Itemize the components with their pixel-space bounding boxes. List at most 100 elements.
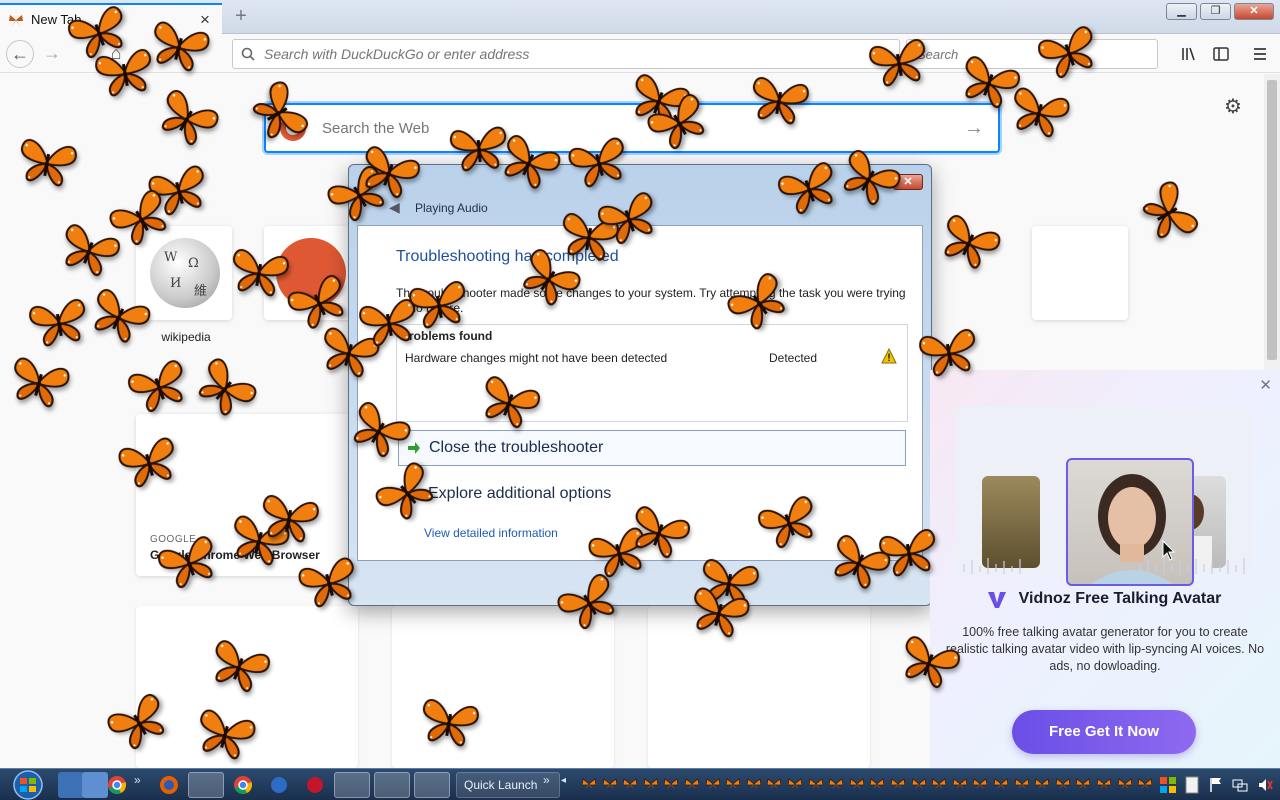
duckduckgo-logo-icon	[280, 115, 306, 141]
network-tray-icon[interactable]	[1232, 772, 1248, 798]
quick-launch-chevron-icon[interactable]: »	[543, 773, 550, 787]
web-search-box[interactable]: →	[264, 103, 1000, 153]
taskbar-app-window[interactable]	[374, 772, 410, 798]
dialog-heading: Troubleshooting has completed	[396, 248, 619, 265]
tray-butterfly-icon	[725, 778, 741, 790]
address-bar[interactable]	[232, 39, 900, 69]
minimize-button[interactable]: ▁	[1166, 3, 1197, 20]
mouse-cursor-icon	[1162, 540, 1176, 561]
app-taskbar-icon[interactable]	[302, 772, 328, 798]
problem-text: Hardware changes might not have been det…	[405, 351, 668, 365]
app-taskbar-icon[interactable]	[266, 772, 292, 798]
window-close-button[interactable]: ✕	[1234, 3, 1274, 20]
search-submit-icon[interactable]: →	[964, 117, 984, 140]
chrome-taskbar-icon[interactable]	[230, 772, 256, 798]
volume-tray-icon[interactable]	[1256, 772, 1274, 798]
ad-description: 100% free talking avatar generator for y…	[945, 625, 1265, 673]
highlight-card-empty[interactable]	[392, 606, 614, 768]
free-get-it-now-button[interactable]: Free Get It Now	[1012, 710, 1196, 754]
butterfly-favicon-icon	[9, 14, 23, 26]
show-desktop-icon[interactable]	[58, 772, 84, 798]
problems-box: Problems found Hardware changes might no…	[396, 324, 908, 422]
ad-title: Vidnoz Free Talking Avatar	[1018, 590, 1222, 607]
gear-icon[interactable]: ⚙	[1224, 94, 1242, 119]
top-site-tile-empty[interactable]	[1032, 226, 1128, 320]
taskbar-app-firefox-active[interactable]	[188, 772, 224, 798]
forward-button[interactable]: →	[38, 40, 66, 68]
wikipedia-logo-icon: WΩИ維	[150, 238, 220, 308]
detailed-information-link[interactable]: View detailed information	[424, 526, 558, 540]
tray-butterfly-icon	[890, 778, 906, 790]
tray-butterfly-icon	[705, 778, 721, 790]
highlight-card[interactable]: GOOGLE Google Chrome Web Browser	[136, 414, 358, 576]
taskbar-app-window[interactable]	[414, 772, 450, 798]
avatar-thumbnail	[982, 476, 1040, 568]
highlight-source: GOOGLE	[150, 534, 197, 545]
close-troubleshooter-button[interactable]: Close the troubleshooter	[398, 430, 906, 466]
tab-new-tab[interactable]: New Tab ×	[0, 3, 222, 34]
highlight-card-empty[interactable]	[136, 606, 358, 768]
firefox-quicklaunch-icon[interactable]	[156, 772, 182, 798]
document-tray-icon[interactable]	[1184, 772, 1200, 798]
troubleshooter-dialog: ✕ ◀ Playing Audio Troubleshooting has co…	[348, 164, 932, 606]
tray-butterfly-icon	[602, 778, 618, 790]
library-icon[interactable]	[1180, 45, 1198, 63]
tray-butterfly-icon	[1117, 778, 1133, 790]
highlight-card-empty[interactable]	[648, 606, 870, 768]
action-center-flag-icon[interactable]	[1208, 772, 1224, 798]
back-arrow-icon[interactable]: ◀	[389, 199, 400, 216]
tray-butterfly-icon	[972, 778, 988, 790]
tray-butterfly-icon	[1034, 778, 1050, 790]
search-bar[interactable]	[906, 39, 1158, 69]
page-scrollbar[interactable]	[1264, 74, 1280, 370]
address-input[interactable]	[264, 46, 864, 62]
taskbar-app-troubleshooter[interactable]	[334, 772, 370, 798]
windows-flag-tray-icon[interactable]	[1158, 772, 1178, 798]
top-site-label: wikipedia	[161, 330, 211, 344]
web-search-input[interactable]	[322, 119, 964, 137]
tab-close-icon[interactable]: ×	[196, 10, 214, 30]
tray-butterfly-icon	[766, 778, 782, 790]
sidebar-icon[interactable]	[1212, 45, 1230, 63]
restore-button[interactable]: ❐	[1200, 3, 1231, 20]
vidnoz-ad-panel: ✕ Vidnoz Free Talking Avatar 100% free t…	[930, 370, 1280, 768]
back-button[interactable]: ←	[6, 40, 34, 68]
tray-butterfly-icon	[1075, 778, 1091, 790]
green-arrow-icon	[408, 442, 420, 454]
tray-butterfly-icon	[663, 778, 679, 790]
audio-waveform-icon	[963, 558, 1245, 574]
tab-title: New Tab	[31, 12, 82, 27]
chrome-quicklaunch-icon[interactable]	[104, 772, 130, 798]
start-button[interactable]	[4, 769, 46, 800]
menu-icon[interactable]	[1251, 45, 1269, 63]
tray-butterfly-icon	[581, 778, 597, 790]
explore-options-button[interactable]: Explore additional options	[398, 476, 906, 512]
dialog-description: The troubleshooter made some changes to …	[396, 286, 906, 315]
tray-butterfly-icon	[869, 778, 885, 790]
dialog-close-button[interactable]: ✕	[893, 174, 923, 190]
dialog-breadcrumb: Playing Audio	[415, 201, 488, 215]
tray-butterfly-icon	[684, 778, 700, 790]
home-button[interactable]: ⌂	[102, 40, 130, 68]
tray-butterfly-icon	[1096, 778, 1112, 790]
search-input[interactable]	[917, 46, 1137, 62]
problems-header: Problems found	[401, 329, 493, 343]
window-controls: ▁ ❐ ✕	[1166, 3, 1274, 20]
tray-butterfly-icon	[808, 778, 824, 790]
new-tab-button[interactable]: +	[230, 5, 252, 28]
scrollbar-thumb[interactable]	[1267, 80, 1277, 360]
tray-butterfly-icon	[931, 778, 947, 790]
tab-strip: New Tab × + ▁ ❐ ✕	[0, 0, 1280, 34]
tray-butterfly-icon	[1137, 778, 1153, 790]
dialog-body: Troubleshooting has completed The troubl…	[357, 225, 923, 561]
tray-butterfly-icon	[828, 778, 844, 790]
overflow-chevron-icon[interactable]: »	[134, 773, 141, 787]
explore-options-label: Explore additional options	[428, 485, 612, 502]
taskbar: » Quick Launch » ◂	[0, 768, 1280, 800]
tray-butterfly-icon	[1014, 778, 1030, 790]
ad-close-icon[interactable]: ✕	[1259, 376, 1272, 394]
tray-butterfly-icon	[1055, 778, 1071, 790]
tray-left-arrow-icon[interactable]: ◂	[561, 775, 566, 786]
tray-butterfly-icon	[643, 778, 659, 790]
close-troubleshooter-label: Close the troubleshooter	[429, 439, 604, 456]
